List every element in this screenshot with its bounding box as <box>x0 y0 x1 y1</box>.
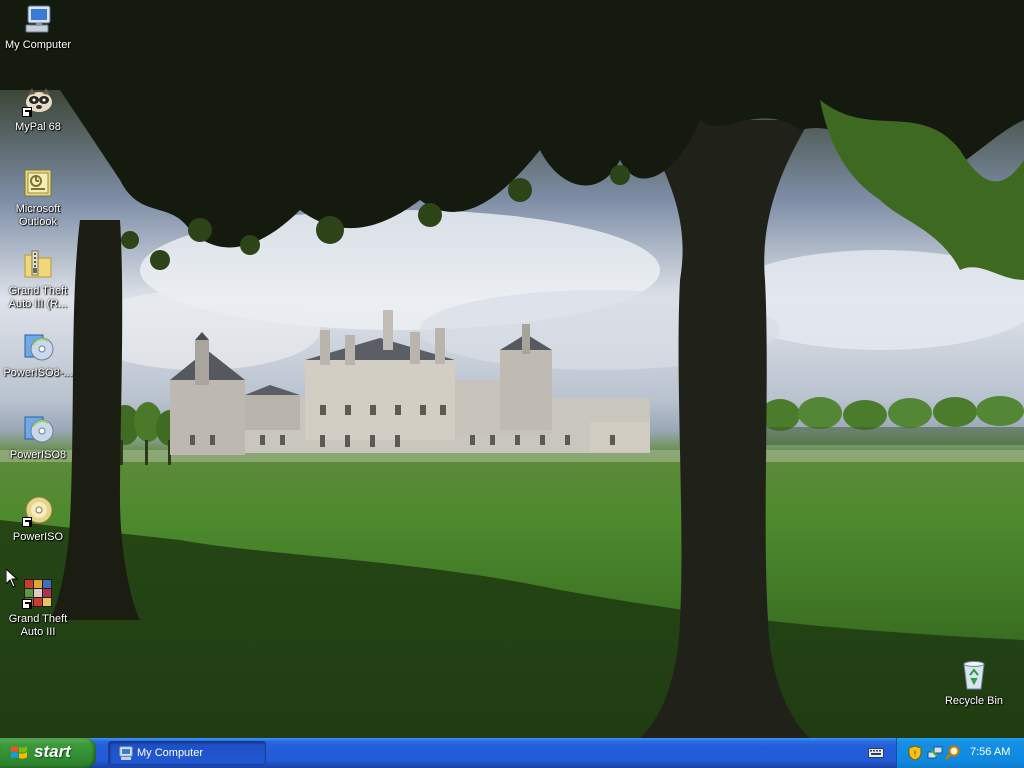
desktop-icon-label: Microsoft Outlook <box>15 203 61 228</box>
poweriso-installer-icon <box>22 331 54 363</box>
lawn-shadow <box>0 520 1024 738</box>
gta3-icon <box>22 577 54 609</box>
desktop-icon-mypal[interactable]: MyPal 68 <box>0 85 76 134</box>
shortcut-arrow-icon <box>22 107 32 117</box>
desktop-icon-microsoft-outlook[interactable]: Microsoft Outlook <box>0 167 76 229</box>
mouse-cursor-icon <box>6 569 18 588</box>
start-label: start <box>34 742 71 761</box>
taskbar-clock[interactable]: 7:56 AM <box>970 746 1010 758</box>
taskbar: start My Computer ! 7:56 AM <box>0 738 1024 768</box>
mypal-icon <box>22 85 54 117</box>
desktop-icon-label: My Computer <box>4 39 72 51</box>
desktop-icon-label: Recycle Bin <box>944 695 1004 707</box>
my-computer-icon <box>22 3 54 35</box>
my-computer-icon <box>119 746 133 760</box>
desktop-icon-label: Grand Theft Auto III (R... <box>8 285 68 310</box>
shortcut-arrow-icon <box>22 517 32 527</box>
desktop-wallpaper[interactable] <box>0 0 1024 738</box>
desktop-icon-recycle-bin[interactable]: Recycle Bin <box>936 659 1012 708</box>
desktop-icon-gta3-zip[interactable]: Grand Theft Auto III (R... <box>0 249 76 311</box>
poweriso-installer-icon <box>22 413 54 445</box>
search-icon[interactable] <box>945 745 961 761</box>
taskbar-button-label: My Computer <box>137 747 204 759</box>
outlook-icon <box>22 167 54 199</box>
tree-canopy <box>0 0 1024 280</box>
security-shield-icon[interactable]: ! <box>907 745 923 761</box>
keyboard-icon[interactable] <box>868 747 884 759</box>
desktop-icon-label: PowerISO <box>12 531 64 543</box>
desktop-icon-label: Grand Theft Auto III <box>8 613 68 638</box>
zip-folder-icon <box>22 249 54 281</box>
recycle-bin-icon <box>958 659 990 691</box>
svg-text:!: ! <box>913 750 916 759</box>
chateau-illustration <box>170 310 650 455</box>
desktop-icon-label: PowerISO8-... <box>3 367 73 379</box>
poweriso-disc-icon <box>22 495 54 527</box>
shortcut-arrow-icon <box>22 599 32 609</box>
windows-logo-icon <box>11 746 27 759</box>
taskbar-button-my-computer[interactable]: My Computer <box>108 741 266 765</box>
desktop-icon-poweriso[interactable]: PowerISO <box>0 495 76 544</box>
start-button[interactable]: start <box>0 738 96 768</box>
desktop-icon-label: PowerISO8 <box>9 449 67 461</box>
network-icon[interactable] <box>927 745 943 761</box>
desktop-icon-poweriso8[interactable]: PowerISO8 <box>0 413 76 462</box>
desktop-icon-label: MyPal 68 <box>15 121 61 133</box>
desktop-icon-my-computer[interactable]: My Computer <box>0 3 76 52</box>
desktop-icon-poweriso8-installer[interactable]: PowerISO8-... <box>0 331 76 380</box>
